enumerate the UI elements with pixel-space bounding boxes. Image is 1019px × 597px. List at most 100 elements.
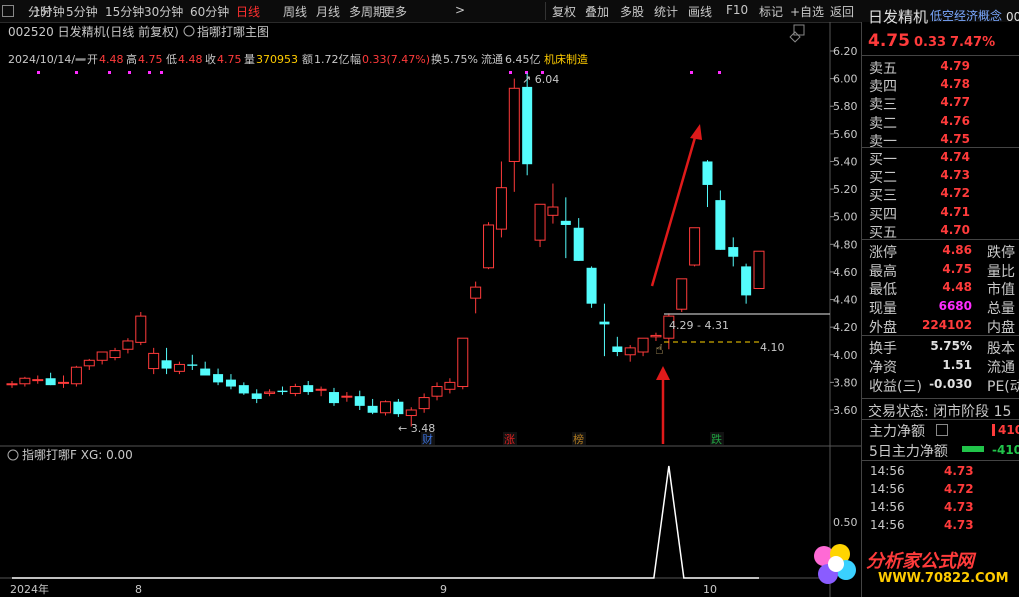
indicator-name[interactable]: 指哪打哪主图 xyxy=(197,24,269,39)
ohlc-part-12: 额 xyxy=(302,53,313,66)
candle-body xyxy=(32,379,44,382)
toolbar-btn-0[interactable]: 复权 xyxy=(552,3,576,20)
candle-body xyxy=(431,386,443,397)
event-badge-text: 涨 xyxy=(504,433,515,446)
ask-price[interactable]: 4.76 xyxy=(920,114,970,128)
toolbar-tab-3[interactable]: 15分钟 xyxy=(105,3,144,20)
toolbar-tab-6[interactable]: 日线 xyxy=(236,3,260,20)
candle-body xyxy=(508,87,520,162)
candle-body xyxy=(753,250,765,289)
marker-dot xyxy=(75,71,78,74)
tick-price: 4.72 xyxy=(944,482,974,496)
ask-price[interactable]: 4.79 xyxy=(920,59,970,73)
ohlc-part-4: 高 xyxy=(126,52,137,66)
candle-body xyxy=(213,374,224,383)
stat-label-right: 股本 xyxy=(987,341,1015,357)
bid-price[interactable]: 4.74 xyxy=(920,150,970,164)
bid-price[interactable]: 4.70 xyxy=(920,223,970,237)
xaxis-label: 9 xyxy=(440,583,447,596)
tick-price: 4.73 xyxy=(944,518,974,532)
toolbar-tab-10[interactable]: 更多 xyxy=(383,3,407,20)
arrowhead-icon xyxy=(690,124,702,140)
ask-price[interactable]: 4.77 xyxy=(920,95,970,109)
candle-body xyxy=(303,385,314,393)
trade-status: 交易状态: 闭市阶段 15 xyxy=(868,404,1012,420)
marker-dot xyxy=(690,71,693,74)
bid-price[interactable]: 4.72 xyxy=(920,186,970,200)
toolbar-tab-7[interactable]: 周线 xyxy=(283,3,307,20)
list-icon[interactable] xyxy=(936,424,948,436)
ohlc-part-9: 4.75 xyxy=(217,53,242,66)
ohlc-part-5: 4.75 xyxy=(138,53,163,66)
candle-body xyxy=(315,388,327,391)
toolbar-btn-1[interactable]: 叠加 xyxy=(585,3,609,20)
candle-body xyxy=(187,364,198,366)
ohlc-part-13: 1.72亿 xyxy=(314,53,350,66)
ask-price[interactable]: 4.75 xyxy=(920,132,970,146)
ohlc-part-2: 开 xyxy=(87,53,98,66)
sub-indicator-dropdown-icon[interactable] xyxy=(7,449,19,461)
toolbar-btn-2[interactable]: 多股 xyxy=(620,3,644,20)
bid-price[interactable]: 4.73 xyxy=(920,168,970,182)
more-arrow-icon[interactable]: > xyxy=(455,3,465,17)
toolbar-tab-4[interactable]: 30分钟 xyxy=(144,3,183,20)
candle-body xyxy=(19,377,31,385)
bid-price[interactable]: 4.71 xyxy=(920,205,970,219)
toolbar-btn-4[interactable]: 画线 xyxy=(688,3,712,20)
chart-title: 002520 日发精机(日线 前复权) xyxy=(8,24,179,39)
toolbar-divider xyxy=(545,2,546,20)
candle-body xyxy=(573,227,584,261)
toolbar-tab-2[interactable]: 5分钟 xyxy=(66,3,98,20)
panel-toggle-icon[interactable] xyxy=(793,24,805,36)
ask-label: 卖四 xyxy=(869,79,897,96)
ytick-label: 3.80 xyxy=(833,376,858,389)
candle-body xyxy=(264,391,276,394)
stat-label-right: PE(动 xyxy=(987,379,1019,395)
toolbar-btn-3[interactable]: 统计 xyxy=(654,3,678,20)
candle-body xyxy=(547,206,559,216)
range-label: 4.29 - 4.31 xyxy=(669,319,729,332)
stat-value: -0.030 xyxy=(929,377,972,391)
candle-body xyxy=(173,363,185,372)
ask-price[interactable]: 4.78 xyxy=(920,77,970,91)
stat-label-right: 内盘 xyxy=(987,320,1015,336)
toolbar-tab-9[interactable]: 多周期 xyxy=(349,3,385,20)
candle-body xyxy=(238,385,249,394)
ytick-label: 3.60 xyxy=(833,404,858,417)
concept-tag[interactable]: 低空经济概念 xyxy=(930,7,1002,24)
candle-body xyxy=(624,347,636,356)
sub-indicator-title[interactable]: 指哪打哪F XG: 0.00 xyxy=(22,447,133,462)
net5-value: -410 xyxy=(992,443,1019,457)
stock-name: 日发精机 xyxy=(868,8,929,26)
candle-body xyxy=(122,340,134,350)
indicator-dropdown-icon[interactable] xyxy=(183,25,195,37)
stat-label: 最高 xyxy=(869,264,897,280)
ohlc-part-15: 0.33(7.47%) xyxy=(362,53,430,66)
bid-label: 买一 xyxy=(869,152,897,168)
toolbar-btn-7[interactable]: +自选 xyxy=(790,3,824,20)
stat-label: 最低 xyxy=(869,282,897,298)
ohlc-part-11: 370953 xyxy=(256,53,298,66)
marker-dot xyxy=(128,71,131,74)
marker-dot xyxy=(160,71,163,74)
ohlc-part-17: 5.75% xyxy=(443,53,478,66)
grid-icon[interactable] xyxy=(2,5,14,17)
tick-time: 14:56 xyxy=(870,518,905,532)
toolbar-tab-1[interactable]: 1分钟 xyxy=(33,3,65,20)
ohlc-part-1: — xyxy=(75,53,86,66)
stat-value: 224102 xyxy=(922,318,973,332)
event-badge-text: 榜 xyxy=(573,432,584,446)
candle-body xyxy=(45,378,56,386)
stat-label: 外盘 xyxy=(869,320,897,336)
toolbar-btn-8[interactable]: 返回 xyxy=(830,3,854,20)
diamond-icon[interactable] xyxy=(789,31,801,43)
sub-ytick: 0.50 xyxy=(833,516,858,529)
toolbar-btn-6[interactable]: 标记 xyxy=(759,3,783,20)
toolbar-tab-8[interactable]: 月线 xyxy=(316,3,340,20)
level-label: 4.10 xyxy=(760,341,785,354)
price-change: 0.33 xyxy=(914,35,947,50)
tick-price: 4.73 xyxy=(944,464,974,478)
toolbar-btn-5[interactable]: F10 xyxy=(726,3,748,17)
toolbar-tab-5[interactable]: 60分钟 xyxy=(190,3,229,20)
candle-body xyxy=(560,220,571,225)
